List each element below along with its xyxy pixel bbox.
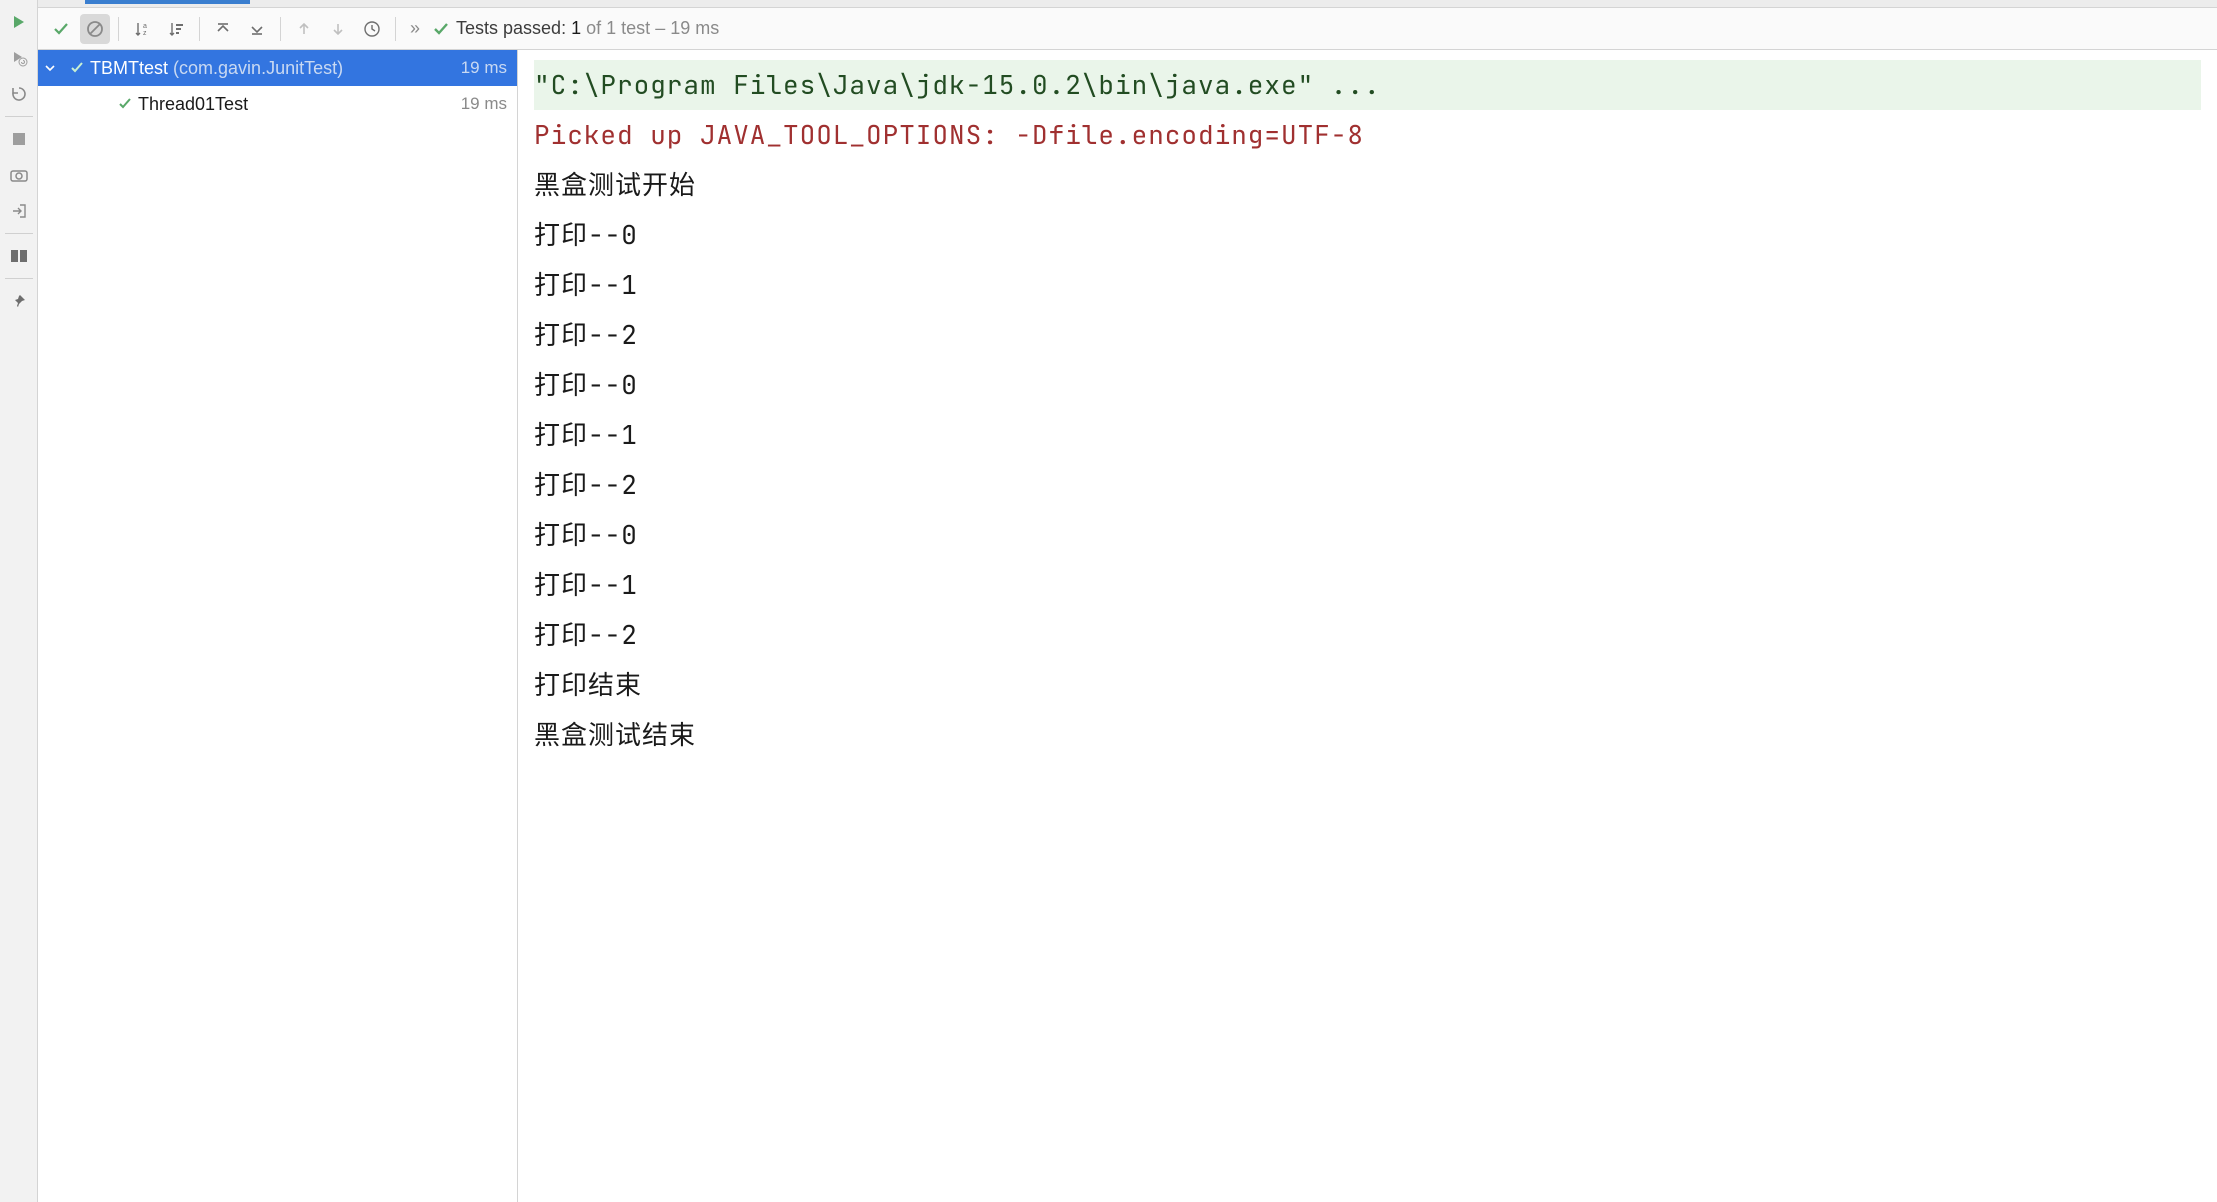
sort-alpha-icon[interactable]: az (127, 14, 157, 44)
test-tree[interactable]: TBMTtest (com.gavin.JunitTest) 19 ms Thr… (38, 50, 518, 1202)
console-output[interactable]: "C:\Program Files\Java\jdk-15.0.2\bin\ja… (518, 50, 2217, 1202)
test-method-name: Thread01Test (138, 94, 248, 115)
overflow-chevrons[interactable]: » (410, 18, 420, 39)
status-of-text: of 1 test (586, 18, 650, 39)
console-line: 打印--1 (534, 560, 2201, 610)
test-class-duration: 19 ms (461, 58, 507, 78)
console-line: Picked up JAVA_TOOL_OPTIONS: -Dfile.enco… (534, 110, 2201, 160)
exit-icon[interactable] (5, 197, 33, 225)
status-duration: 19 ms (670, 18, 719, 39)
run-gutter (0, 0, 38, 1202)
status-passed-count: 1 (571, 18, 581, 39)
console-line: 打印--2 (534, 310, 2201, 360)
console-line: 打印--2 (534, 610, 2201, 660)
active-tab-indicator (85, 0, 250, 4)
run-icon[interactable] (5, 8, 33, 36)
console-line: 打印--0 (534, 360, 2201, 410)
check-icon (70, 61, 84, 75)
toggle-auto-test-icon[interactable] (5, 80, 33, 108)
stop-icon[interactable] (5, 125, 33, 153)
console-text: "C:\Program Files\Java\jdk-15.0.2\bin\ja… (518, 50, 2217, 770)
show-passed-icon[interactable] (46, 14, 76, 44)
test-tree-item[interactable]: Thread01Test 19 ms (38, 86, 517, 122)
show-ignored-icon[interactable] (80, 14, 110, 44)
svg-text:z: z (143, 30, 147, 37)
console-line: 打印--1 (534, 410, 2201, 460)
pin-icon[interactable] (5, 287, 33, 315)
svg-text:a: a (143, 23, 147, 30)
test-method-duration: 19 ms (461, 94, 507, 114)
rerun-failed-icon[interactable] (5, 44, 33, 72)
console-line: 打印结束 (534, 660, 2201, 710)
test-tree-root[interactable]: TBMTtest (com.gavin.JunitTest) 19 ms (38, 50, 517, 86)
layout-icon[interactable] (5, 242, 33, 270)
check-icon (118, 97, 132, 111)
console-line: 黑盒测试结束 (534, 710, 2201, 760)
console-line: 打印--1 (534, 260, 2201, 310)
test-class-package: (com.gavin.JunitTest) (173, 58, 343, 79)
status-check-icon (432, 20, 450, 38)
console-line: 打印--0 (534, 210, 2201, 260)
dump-icon[interactable] (5, 161, 33, 189)
console-line: 黑盒测试开始 (534, 160, 2201, 210)
console-line: 打印--2 (534, 460, 2201, 510)
tool-window-tabstrip (38, 0, 2217, 8)
expand-all-icon[interactable] (208, 14, 238, 44)
next-failed-icon[interactable] (323, 14, 353, 44)
console-line: 打印--0 (534, 510, 2201, 560)
console-line: "C:\Program Files\Java\jdk-15.0.2\bin\ja… (534, 60, 2201, 110)
status-label: Tests passed: (456, 18, 566, 39)
collapse-all-icon[interactable] (242, 14, 272, 44)
test-toolbar: az » (38, 8, 2217, 50)
test-class-name: TBMTtest (90, 58, 168, 79)
test-status-label: Tests passed: 1 of 1 test – 19 ms (432, 18, 719, 39)
sort-duration-icon[interactable] (161, 14, 191, 44)
prev-failed-icon[interactable] (289, 14, 319, 44)
status-dash: – (655, 18, 665, 39)
test-history-icon[interactable] (357, 14, 387, 44)
chevron-down-icon[interactable] (44, 62, 64, 74)
